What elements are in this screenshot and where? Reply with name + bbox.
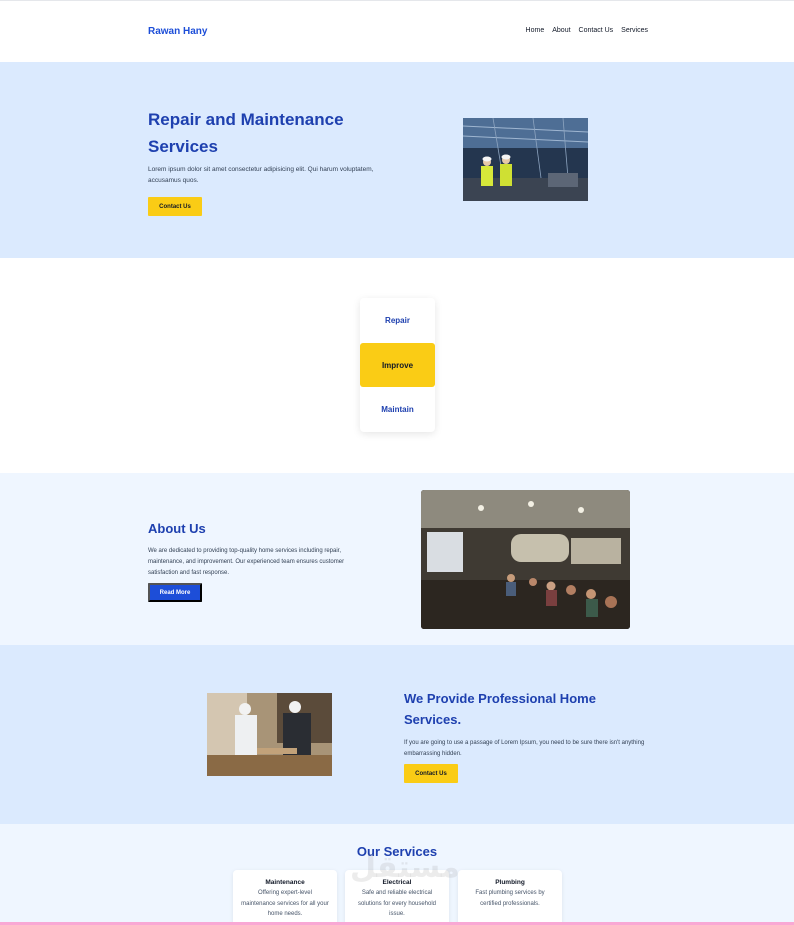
nav-services[interactable]: Services	[621, 27, 648, 34]
service-card-electrical[interactable]: Electrical Safe and reliable electrical …	[345, 870, 449, 925]
brand-logo[interactable]: Rawan Hany	[148, 26, 207, 37]
tabs-section: Repair Improve Maintain	[0, 258, 794, 473]
provide-section: We Provide Professional Home Services. I…	[0, 645, 794, 824]
hero-workers-image	[463, 118, 588, 201]
about-title: About Us	[148, 521, 206, 536]
about-meeting-image	[421, 490, 630, 629]
main-nav: Home About Contact Us Services	[526, 27, 648, 34]
tabs-card: Repair Improve Maintain	[360, 298, 435, 432]
provide-workers-image	[207, 693, 332, 776]
tab-improve[interactable]: Improve	[360, 343, 435, 387]
hero-title: Repair and Maintenance Services	[148, 110, 344, 156]
read-more-button[interactable]: Read More	[148, 583, 202, 602]
service-name: Maintenance	[265, 879, 305, 886]
about-text: We are dedicated to providing top-qualit…	[148, 548, 345, 576]
services-title: Our Services	[356, 844, 438, 859]
service-name: Electrical	[382, 879, 412, 886]
provide-title: We Provide Professional Home Services.	[404, 691, 596, 727]
provide-contact-button[interactable]: Contact Us	[404, 764, 458, 783]
hero-section: Repair and Maintenance Services Lorem ip…	[0, 62, 794, 258]
service-card-plumbing[interactable]: Plumbing Fast plumbing services by certi…	[458, 870, 562, 925]
service-name: Plumbing	[495, 879, 525, 886]
tab-maintain[interactable]: Maintain	[360, 387, 435, 431]
nav-contact[interactable]: Contact Us	[579, 27, 614, 34]
about-section: About Us We are dedicated to providing t…	[0, 473, 794, 645]
services-section: Our Services Maintenance Offering expert…	[0, 824, 794, 925]
provide-image-art	[207, 693, 332, 776]
top-navbar: Rawan Hany Home About Contact Us Service…	[0, 0, 794, 62]
service-desc: Safe and reliable electrical solutions f…	[357, 890, 437, 917]
tab-repair[interactable]: Repair	[360, 298, 435, 342]
nav-about[interactable]: About	[552, 27, 570, 34]
service-card-maintenance[interactable]: Maintenance Offering expert-level mainte…	[233, 870, 337, 925]
hero-contact-button[interactable]: Contact Us	[148, 197, 202, 216]
hero-text: Lorem ipsum dolor sit amet consectetur a…	[148, 166, 374, 184]
nav-home[interactable]: Home	[526, 27, 545, 34]
service-desc: Fast plumbing services by certified prof…	[475, 890, 545, 907]
service-desc: Offering expert-level maintenance servic…	[241, 890, 329, 917]
provide-text: If you are going to use a passage of Lor…	[404, 740, 645, 757]
about-image-art	[421, 490, 630, 629]
hero-image-art	[463, 118, 588, 201]
